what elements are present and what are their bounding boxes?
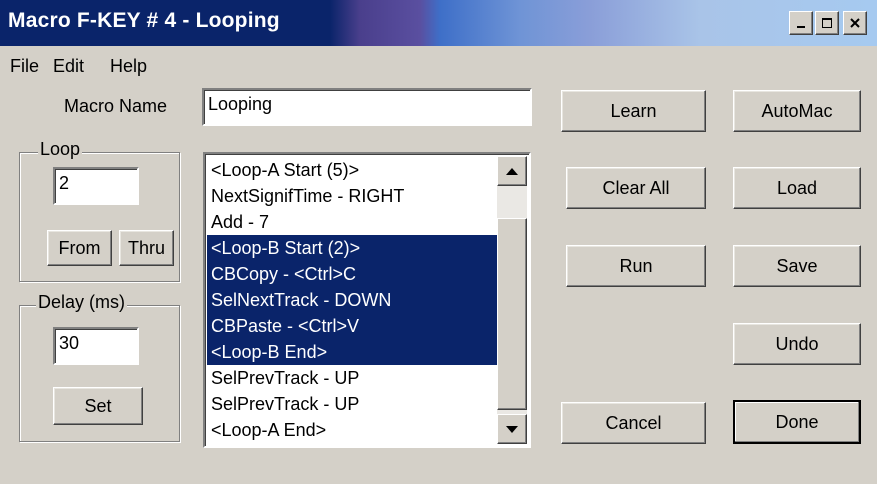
macro-name-input[interactable]: Looping [202, 88, 532, 126]
title-bar[interactable]: Macro F-KEY # 4 - Looping [0, 0, 877, 46]
clear-all-button[interactable]: Clear All [566, 167, 706, 209]
list-item[interactable]: SelNextTrack - DOWN [207, 287, 500, 313]
save-button[interactable]: Save [733, 245, 861, 287]
list-item[interactable]: <Loop-B End> [207, 339, 500, 365]
vertical-scrollbar[interactable] [497, 156, 527, 444]
set-button[interactable]: Set [53, 387, 143, 425]
list-item[interactable]: <Loop-A End> [207, 417, 500, 443]
from-button[interactable]: From [47, 230, 112, 266]
load-button[interactable]: Load [733, 167, 861, 209]
close-button[interactable] [843, 11, 867, 35]
list-item[interactable]: NextSignifTime - RIGHT [207, 183, 500, 209]
maximize-button[interactable] [815, 11, 839, 35]
minimize-button[interactable] [789, 11, 813, 35]
scroll-up-button[interactable] [497, 156, 527, 186]
automac-button[interactable]: AutoMac [733, 90, 861, 132]
chevron-up-icon [506, 167, 518, 175]
delay-input[interactable]: 30 [53, 327, 139, 365]
list-rows: <Loop-A Start (5)> NextSignifTime - RIGHT… [207, 157, 500, 443]
scroll-thumb[interactable] [497, 218, 527, 410]
minimize-icon [797, 26, 805, 28]
thru-button[interactable]: Thru [119, 230, 174, 266]
scroll-down-button[interactable] [497, 414, 527, 444]
window-title: Macro F-KEY # 4 - Looping [8, 9, 280, 32]
list-item[interactable]: CBPaste - <Ctrl>V [207, 313, 500, 339]
chevron-down-icon [506, 425, 518, 433]
delay-group-label: Delay (ms) [36, 292, 128, 313]
learn-button[interactable]: Learn [561, 90, 706, 132]
menu-edit[interactable]: Edit [53, 56, 84, 77]
macro-steps-list[interactable]: <Loop-A Start (5)> NextSignifTime - RIGHT… [203, 152, 531, 448]
close-icon [850, 18, 860, 28]
maximize-icon [822, 18, 832, 28]
undo-button[interactable]: Undo [733, 323, 861, 365]
loop-count-input[interactable]: 2 [53, 167, 139, 205]
menu-bar: File Edit Help [0, 52, 877, 80]
macro-name-label: Macro Name [64, 96, 168, 116]
menu-help[interactable]: Help [110, 56, 147, 77]
list-item[interactable]: <Loop-A Start (5)> [207, 157, 500, 183]
loop-group-label: Loop [38, 139, 83, 160]
cancel-button[interactable]: Cancel [561, 402, 706, 444]
done-button[interactable]: Done [733, 400, 861, 444]
list-item[interactable]: SelPrevTrack - UP [207, 391, 500, 417]
run-button[interactable]: Run [566, 245, 706, 287]
list-item[interactable]: <Loop-B Start (2)> [207, 235, 500, 261]
menu-file[interactable]: File [10, 56, 39, 77]
list-item[interactable]: CBCopy - <Ctrl>C [207, 261, 500, 287]
list-item[interactable]: SelPrevTrack - UP [207, 365, 500, 391]
list-item[interactable]: Add - 7 [207, 209, 500, 235]
